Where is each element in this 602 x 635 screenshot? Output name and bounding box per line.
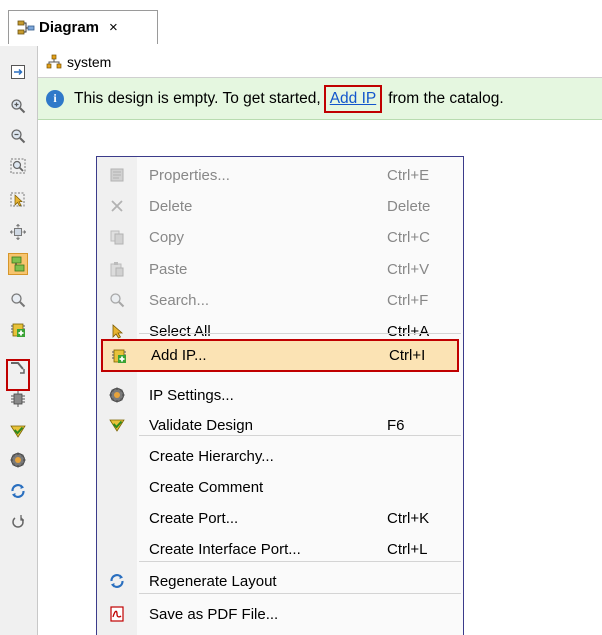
validate-design-icon	[10, 423, 26, 439]
optimize-icon	[10, 391, 26, 407]
ip-settings-icon	[109, 387, 125, 403]
info-banner: i This design is empty. To get started, …	[38, 78, 602, 120]
breadcrumb: system	[38, 46, 602, 78]
menu-item-regenerate-layout[interactable]: Regenerate Layout	[97, 566, 463, 596]
menu-item-properties[interactable]: Properties... Ctrl+E	[97, 160, 463, 190]
menu-item-create-comment[interactable]: Create Comment	[97, 472, 463, 502]
menu-item-shortcut: Ctrl+A	[387, 322, 430, 340]
add-ip-icon	[10, 322, 26, 338]
menu-item-label: Search...	[149, 291, 210, 309]
menu-item-label: Delete	[149, 197, 193, 215]
menu-item-shortcut: Ctrl+V	[387, 260, 430, 278]
menu-item-label: Create Port...	[149, 509, 239, 527]
tab-diagram[interactable]: Diagram ×	[8, 10, 158, 44]
menu-item-shortcut: Ctrl+K	[387, 509, 430, 527]
menu-separator	[139, 561, 461, 562]
menu-item-save-as-pdf-file[interactable]: Save as PDF File...	[97, 599, 463, 629]
tab-title: Diagram	[39, 19, 100, 36]
regenerate-layout-icon	[109, 573, 125, 589]
search-icon	[10, 292, 26, 308]
menu-item-shortcut: Ctrl+E	[387, 166, 430, 184]
diagram-icon	[17, 20, 35, 36]
breadcrumb-system[interactable]: system	[67, 54, 111, 70]
search-icon	[109, 292, 125, 308]
menu-item-paste[interactable]: Paste Ctrl+V	[97, 254, 463, 284]
menu-item-shortcut: Ctrl+I	[389, 347, 426, 364]
fit-to-window-icon	[10, 64, 26, 80]
zoom-area-icon	[10, 158, 26, 174]
menu-item-label: Paste	[149, 260, 188, 278]
validate-design-icon	[109, 417, 125, 433]
menu-item-create-interface-port[interactable]: Create Interface Port... Ctrl+L	[97, 534, 463, 564]
info-text-prefix: This design is empty. To get started,	[74, 89, 321, 107]
toolbar-button-zoom-out[interactable]	[8, 126, 28, 146]
toolbar-button-route[interactable]	[8, 358, 28, 378]
expand-icon	[10, 224, 26, 240]
toolbar-button-zoom-area[interactable]	[8, 156, 28, 176]
add-ip-icon	[111, 348, 127, 364]
menu-item-ip-settings[interactable]: IP Settings...	[97, 380, 463, 410]
menu-item-label: Properties...	[149, 166, 230, 184]
toolbar-button-search[interactable]	[8, 290, 28, 310]
toolbar-button-ip-settings[interactable]	[8, 450, 28, 470]
select-area-icon	[10, 192, 26, 208]
menu-item-shortcut: Ctrl+L	[387, 540, 428, 558]
zoom-out-icon	[10, 128, 26, 144]
toolbar-button-regenerate-layout[interactable]	[8, 481, 28, 501]
menu-item-label: Add IP...	[151, 347, 207, 364]
menu-item-label: Create Comment	[149, 478, 264, 496]
zoom-in-icon	[10, 98, 26, 114]
menu-item-label: Select All	[149, 322, 211, 340]
menu-item-create-hierarchy[interactable]: Create Hierarchy...	[97, 441, 463, 471]
menu-item-label: Copy	[149, 228, 185, 246]
menu-item-delete[interactable]: Delete Delete	[97, 191, 463, 221]
menu-item-label: Regenerate Layout	[149, 572, 277, 590]
auto-connect-icon	[10, 256, 26, 272]
copy-icon	[109, 229, 125, 245]
menu-separator	[139, 435, 461, 436]
toolbar-button-add-ip[interactable]	[8, 320, 28, 340]
menu-separator	[139, 333, 461, 334]
pdf-icon	[109, 606, 125, 622]
add-ip-link[interactable]: Add IP	[323, 84, 383, 113]
toolbar-button-reload[interactable]	[8, 512, 28, 532]
close-icon[interactable]: ×	[109, 19, 118, 36]
menu-item-copy[interactable]: Copy Ctrl+C	[97, 222, 463, 252]
route-icon	[10, 360, 26, 376]
toolbar-button-select-area[interactable]	[8, 190, 28, 210]
select-all-icon	[109, 323, 125, 339]
hierarchy-icon	[46, 54, 62, 68]
ip-settings-icon	[10, 452, 26, 468]
reload-icon	[10, 514, 26, 530]
menu-item-label: IP Settings...	[149, 386, 234, 404]
context-menu: Properties... Ctrl+E Delete Delete Copy Ctrl+…	[96, 156, 464, 635]
menu-item-label: Save as PDF File...	[149, 605, 279, 623]
menu-item-label: Create Hierarchy...	[149, 447, 274, 465]
editor-tab-strip: Diagram ×	[0, 0, 602, 46]
menu-item-shortcut: Ctrl+C	[387, 228, 430, 246]
toolbar-button-auto-connect[interactable]	[8, 253, 28, 275]
toolbar-button-fit-to-window[interactable]	[8, 62, 28, 82]
menu-item-add-ip[interactable]: Add IP... Ctrl+I	[101, 339, 459, 372]
properties-icon	[109, 167, 125, 183]
menu-item-search[interactable]: Search... Ctrl+F	[97, 285, 463, 315]
info-icon: i	[46, 89, 64, 108]
menu-item-label: Create Interface Port...	[149, 540, 301, 558]
diagram-toolbar	[0, 46, 38, 635]
paste-icon	[109, 261, 125, 277]
menu-item-create-port[interactable]: Create Port... Ctrl+K	[97, 503, 463, 533]
menu-item-shortcut: Delete	[387, 197, 431, 215]
regenerate-layout-icon	[10, 483, 26, 499]
menu-item-label: Validate Design	[149, 416, 253, 434]
toolbar-button-optimize[interactable]	[8, 389, 28, 409]
toolbar-button-validate-design[interactable]	[8, 421, 28, 441]
toolbar-button-zoom-in[interactable]	[8, 96, 28, 116]
menu-item-shortcut: F6	[387, 416, 405, 434]
delete-icon	[109, 198, 125, 214]
menu-item-shortcut: Ctrl+F	[387, 291, 429, 309]
toolbar-button-expand[interactable]	[8, 222, 28, 242]
menu-separator	[139, 593, 461, 594]
info-text-suffix: from the catalog.	[388, 89, 504, 107]
